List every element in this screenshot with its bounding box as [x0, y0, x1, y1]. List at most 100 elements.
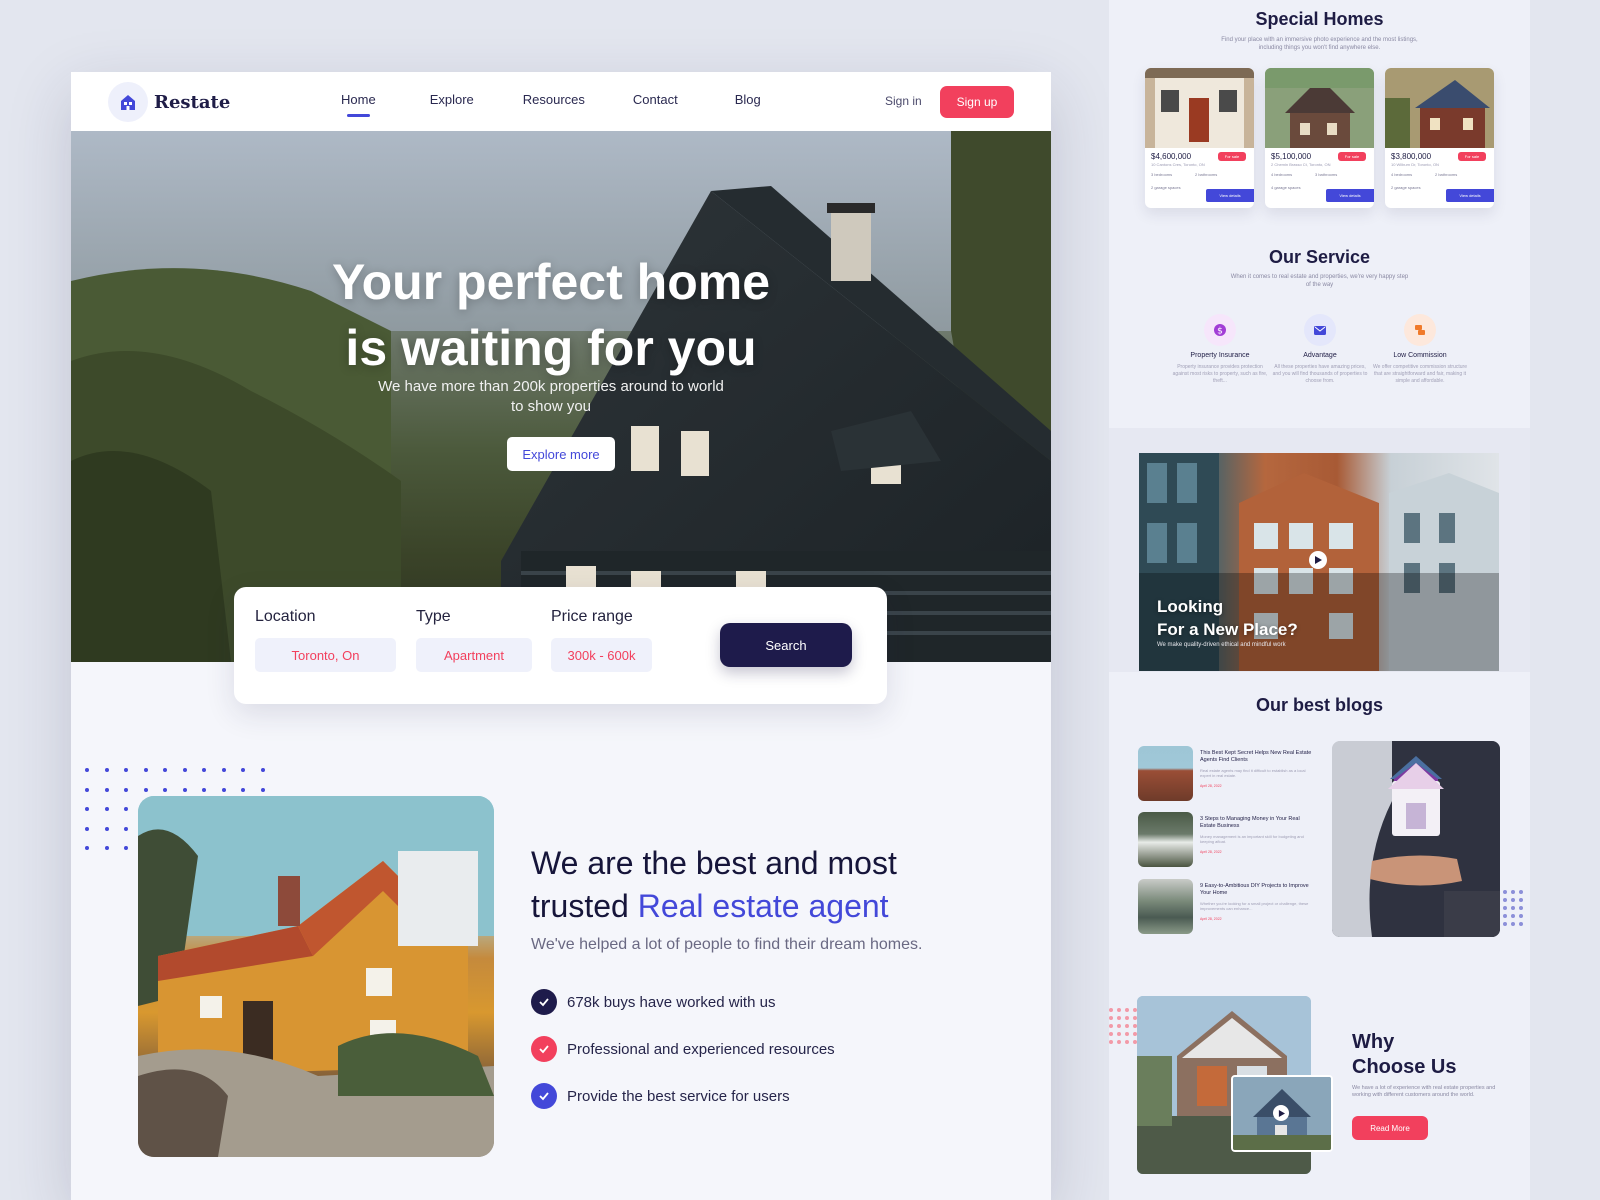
decor-dot [1511, 906, 1515, 910]
play-icon[interactable] [1309, 551, 1327, 569]
decor-dot [1503, 890, 1507, 894]
svg-text:$: $ [1217, 327, 1223, 337]
read-more-button[interactable]: Read More [1352, 1116, 1428, 1140]
check-icon [531, 1083, 557, 1109]
about-title-accent: Real estate agent [637, 888, 889, 924]
blog-date: April 28, 2022 [1200, 917, 1222, 921]
banner-title: Looking For a New Place? [1157, 595, 1298, 641]
blog-item[interactable]: 3 Steps to Managing Money in Your Real E… [1138, 812, 1313, 868]
feature-item: 678k buys have worked with us [531, 989, 775, 1015]
garage: 4 garage spaces [1271, 185, 1301, 190]
house-logo-icon [108, 82, 148, 122]
decor-dot [182, 768, 187, 772]
nav-explore[interactable]: Explore [430, 92, 474, 107]
banner-title-line1: Looking [1157, 597, 1224, 616]
top-navbar: Restate Home Explore Resources Contact B… [71, 72, 1051, 131]
decor-dot [1511, 898, 1515, 902]
nav-home[interactable]: Home [341, 92, 376, 117]
blog-item[interactable]: This Best Kept Secret Helps New Real Est… [1138, 746, 1313, 802]
type-field[interactable]: Apartment [416, 638, 532, 672]
about-subtitle: We've helped a lot of people to find the… [531, 936, 923, 953]
special-homes-title: Special Homes [1255, 9, 1384, 29]
decor-dot [1117, 1032, 1121, 1036]
signup-button[interactable]: Sign up [940, 86, 1014, 118]
decor-dot [202, 768, 206, 772]
check-icon [531, 989, 557, 1015]
decor-dot [124, 787, 128, 792]
landing-page: Restate Home Explore Resources Contact B… [71, 72, 1051, 1200]
decor-dot [241, 768, 245, 772]
nav-resources[interactable]: Resources [523, 92, 585, 107]
featured-blog-image[interactable] [1332, 741, 1500, 937]
price-range-field[interactable]: 300k - 600k [551, 638, 652, 672]
decor-dot [104, 846, 109, 850]
decor-dot [1519, 922, 1523, 926]
blogs-title: Our best blogs [1255, 695, 1383, 715]
decor-dot [104, 787, 109, 792]
blog-title: 3 Steps to Managing Money in Your Real E… [1200, 816, 1300, 829]
sale-tag: For sale [1338, 152, 1366, 161]
blog-excerpt: Money management is an important skill f… [1200, 834, 1304, 844]
blog-date: April 28, 2022 [1200, 784, 1222, 788]
banner-subtitle: We make quality-driven ethical and mindf… [1157, 642, 1286, 648]
dollar-icon: $ [1204, 314, 1236, 346]
play-icon[interactable] [1273, 1105, 1289, 1121]
blog-excerpt: Real estate agents may find it difficult… [1200, 768, 1306, 778]
decor-dot [1503, 906, 1507, 910]
nav-contact[interactable]: Contact [633, 92, 678, 107]
service-desc: All these properties have amazing prices… [1272, 364, 1368, 384]
view-details-button[interactable]: View details [1206, 189, 1254, 202]
decor-dot [85, 768, 89, 772]
decor-dot [124, 826, 128, 831]
type-label: Type [416, 608, 451, 625]
why-title-line1: Why [1352, 1031, 1395, 1053]
decor-dot [1125, 1016, 1129, 1020]
decor-dot [1503, 898, 1507, 902]
service-name: Property Insurance [1190, 352, 1250, 359]
decor-dot [124, 807, 128, 811]
decor-dot [104, 768, 109, 772]
decor-dot [124, 846, 128, 850]
view-details-button[interactable]: View details [1446, 189, 1494, 202]
view-details-button[interactable]: View details [1326, 189, 1374, 202]
home-card[interactable]: $4,600,000 For sale 10 Cantons Cres, Tor… [1145, 68, 1254, 208]
decor-dot [182, 787, 187, 792]
blog-item[interactable]: 9 Easy-to-Ambitious DIY Projects to Impr… [1138, 879, 1313, 935]
price-range-label: Price range [551, 608, 633, 625]
why-choose-video-thumb[interactable] [1231, 1075, 1333, 1152]
decor-dot [1117, 1040, 1121, 1044]
search-button[interactable]: Search [720, 623, 852, 667]
page-preview-panel: Special Homes Find your place with an im… [1109, 0, 1530, 1200]
home-photo [1265, 68, 1374, 148]
why-title-line2: Choose Us [1352, 1056, 1457, 1078]
decor-dot [221, 768, 226, 772]
sale-tag: For sale [1218, 152, 1246, 161]
hero-subtitle: We have more than 200k properties around… [378, 378, 724, 415]
coins-icon [1404, 314, 1436, 346]
service-item: Advantage All these properties have amaz… [1265, 314, 1375, 385]
bathrooms: 2 bathrooms [1195, 172, 1218, 177]
home-card[interactable]: $3,800,000 For sale 10 Wilburn Dr, Toron… [1385, 68, 1494, 208]
logo[interactable]: Restate [108, 82, 230, 122]
location-field[interactable]: Toronto, On [255, 638, 396, 672]
decorative-dot-grid [1109, 1008, 1139, 1048]
blog-thumbnail [1138, 879, 1193, 934]
decor-dot [124, 768, 128, 772]
home-card[interactable]: $5,100,000 For sale 2 Chemin Brasso Ct, … [1265, 68, 1374, 208]
bedrooms: 4 bedrooms [1391, 172, 1413, 177]
home-address: 10 Wilburn Dr, Toronto, ON [1391, 162, 1439, 167]
decor-dot [143, 768, 148, 772]
decor-dot [1519, 914, 1523, 918]
decor-dot [1125, 1040, 1129, 1044]
nav-blog[interactable]: Blog [735, 92, 761, 107]
banner-title-line2: For a New Place? [1157, 620, 1298, 639]
decor-dot [221, 787, 226, 792]
explore-more-button[interactable]: Explore more [507, 437, 615, 471]
signin-link[interactable]: Sign in [885, 94, 922, 108]
bathrooms: 2 bathrooms [1435, 172, 1458, 177]
decor-dot [163, 768, 167, 772]
decor-dot [163, 787, 167, 792]
feature-text: 678k buys have worked with us [567, 993, 776, 1011]
decor-dot [143, 787, 148, 792]
decor-dot [1117, 1024, 1121, 1028]
